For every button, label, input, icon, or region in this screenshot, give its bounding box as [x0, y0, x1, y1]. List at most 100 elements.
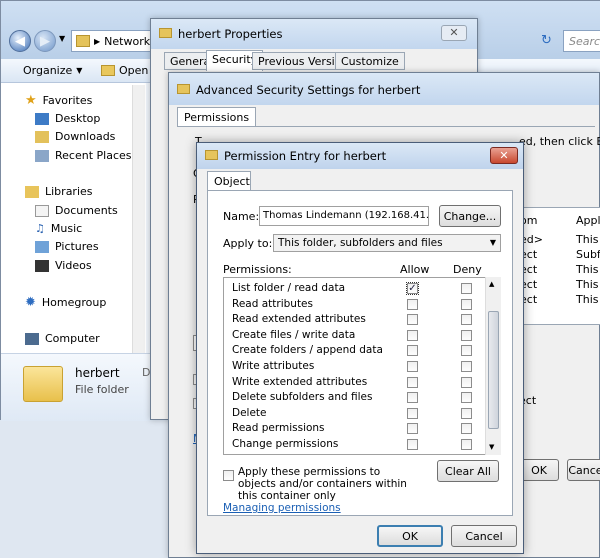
desktop-icon: [35, 112, 49, 125]
deny-checkbox[interactable]: [461, 314, 472, 326]
advanced-titlebar: Advanced Security Settings for herbert: [169, 73, 599, 105]
allow-checkbox[interactable]: [407, 329, 418, 341]
clear-all-button[interactable]: Clear All: [437, 460, 499, 482]
apply-to-label: Apply to:: [223, 237, 273, 250]
search-input[interactable]: Search: [563, 30, 600, 52]
chevron-down-icon: ▼: [76, 66, 83, 75]
permissions-label: Permissions:: [223, 263, 292, 276]
advanced-cancel-button[interactable]: Cancel: [567, 459, 600, 481]
intro-text-trailing: ed, then click Edit.: [519, 135, 600, 148]
scroll-thumb[interactable]: [488, 311, 499, 429]
nav-music[interactable]: ♫ Music: [35, 222, 82, 235]
permission-row-label: Write extended attributes: [232, 375, 368, 388]
permission-row-label: Delete subfolders and files: [232, 391, 373, 404]
open-folder-icon: [101, 65, 115, 76]
change-button[interactable]: Change...: [439, 205, 501, 227]
address-bar[interactable]: ▶ Network: [71, 30, 161, 52]
deny-checkbox[interactable]: [461, 329, 472, 341]
nav-desktop[interactable]: Desktop: [35, 112, 100, 125]
deny-checkbox[interactable]: [461, 345, 472, 357]
nav-pane-scrollbar[interactable]: [132, 85, 145, 353]
nav-pictures[interactable]: Pictures: [35, 240, 99, 253]
open-button[interactable]: Open: [101, 64, 148, 77]
folder-icon: [205, 150, 218, 160]
allow-checkbox[interactable]: [407, 376, 418, 388]
nav-computer-label: Computer: [45, 332, 100, 345]
folder-large-icon: [23, 366, 63, 402]
nav-libraries-label: Libraries: [45, 185, 93, 198]
nav-documents[interactable]: Documents: [35, 204, 118, 217]
breadcrumb-separator-icon: ▶: [94, 36, 101, 46]
homegroup-icon: ✹: [25, 295, 36, 310]
tab-permissions[interactable]: Permissions: [177, 107, 257, 127]
allow-checkbox[interactable]: [407, 314, 418, 326]
forward-arrow-icon[interactable]: ▶: [34, 30, 56, 52]
pictures-icon: [35, 240, 49, 253]
advanced-title: Advanced Security Settings for herbert: [196, 83, 421, 97]
properties-titlebar: herbert Properties ✕: [151, 19, 477, 49]
permissions-list: List folder / read data ✓ Read attributes R…: [223, 277, 501, 455]
back-arrow-icon[interactable]: ◀: [9, 30, 31, 52]
deny-checkbox[interactable]: [461, 283, 472, 294]
managing-permissions-link[interactable]: Managing permissions: [223, 502, 341, 514]
nav-favorites[interactable]: ★ Favorites: [25, 93, 92, 108]
name-field[interactable]: Thomas Lindemann (192.168.41.4\tli): [259, 206, 429, 226]
deny-checkbox[interactable]: [461, 392, 472, 404]
tab-object[interactable]: Object: [207, 171, 251, 191]
music-icon: ♫: [35, 222, 45, 235]
deny-checkbox[interactable]: [461, 376, 472, 388]
allow-checkbox[interactable]: [407, 298, 418, 310]
tab-customize[interactable]: Customize: [335, 52, 405, 70]
ok-button[interactable]: OK: [377, 525, 443, 547]
allow-checkbox[interactable]: [407, 439, 418, 450]
permission-entries-list[interactable]: om Apply ed> This fo ect Subfol ect This…: [515, 207, 600, 325]
nav-homegroup[interactable]: ✹ Homegroup: [25, 295, 106, 310]
refresh-icon[interactable]: ↻: [541, 33, 552, 48]
nav-downloads[interactable]: Downloads: [35, 130, 115, 143]
organize-button[interactable]: Organize ▼: [23, 64, 82, 77]
libraries-icon: [25, 185, 39, 198]
open-label: Open: [119, 64, 149, 77]
permission-row-label: Create folders / append data: [232, 344, 383, 357]
close-icon[interactable]: ✕: [490, 147, 518, 164]
properties-close-icon[interactable]: ✕: [441, 25, 467, 41]
recent-places-icon: [35, 149, 49, 162]
deny-checkbox[interactable]: [461, 298, 472, 310]
permission-row-label: Delete: [232, 406, 267, 419]
deny-column-header: Deny: [453, 263, 482, 276]
list-header-col2: Apply: [576, 214, 600, 227]
advanced-ok-button[interactable]: OK: [519, 459, 559, 481]
deny-checkbox[interactable]: [461, 439, 472, 450]
deny-checkbox[interactable]: [461, 361, 472, 372]
nav-libraries[interactable]: Libraries: [25, 185, 93, 198]
allow-checkbox[interactable]: ✓: [406, 282, 419, 295]
allow-checkbox[interactable]: [407, 345, 418, 357]
deny-checkbox[interactable]: [461, 423, 472, 435]
apply-to-select[interactable]: This folder, subfolders and files ▼: [273, 234, 501, 252]
apply-within-container-checkbox[interactable]: [223, 470, 234, 481]
cancel-button[interactable]: Cancel: [451, 525, 517, 547]
permission-entry-dialog: Permission Entry for herbert ✕ Object Na…: [196, 142, 524, 554]
allow-checkbox[interactable]: [407, 392, 418, 404]
allow-checkbox[interactable]: [407, 361, 418, 372]
permissions-scrollbar[interactable]: ▲ ▼: [485, 277, 501, 455]
list-row-1-col2: This fo: [576, 233, 600, 246]
scroll-down-icon[interactable]: ▼: [489, 443, 494, 451]
nav-downloads-label: Downloads: [55, 130, 116, 143]
nav-computer[interactable]: Computer: [25, 332, 100, 345]
computer-icon: [25, 332, 39, 345]
breadcrumb-network[interactable]: Network: [104, 35, 150, 48]
allow-checkbox[interactable]: [407, 423, 418, 435]
allow-checkbox[interactable]: [407, 407, 418, 419]
scroll-up-icon[interactable]: ▲: [489, 280, 494, 288]
deny-checkbox[interactable]: [461, 407, 472, 419]
nav-documents-label: Documents: [55, 204, 118, 217]
chevron-down-icon: ▼: [489, 238, 496, 247]
recent-pages-chevron-icon[interactable]: ▼: [59, 34, 65, 43]
nav-homegroup-label: Homegroup: [41, 296, 107, 309]
nav-videos[interactable]: Videos: [35, 259, 92, 272]
list-row-4-col2: This fo: [576, 278, 600, 291]
navigation-pane: ★ Favorites Desktop Downloads Recent Pla…: [1, 83, 146, 353]
folder-icon: [177, 84, 190, 94]
nav-recent-places[interactable]: Recent Places: [35, 149, 132, 162]
